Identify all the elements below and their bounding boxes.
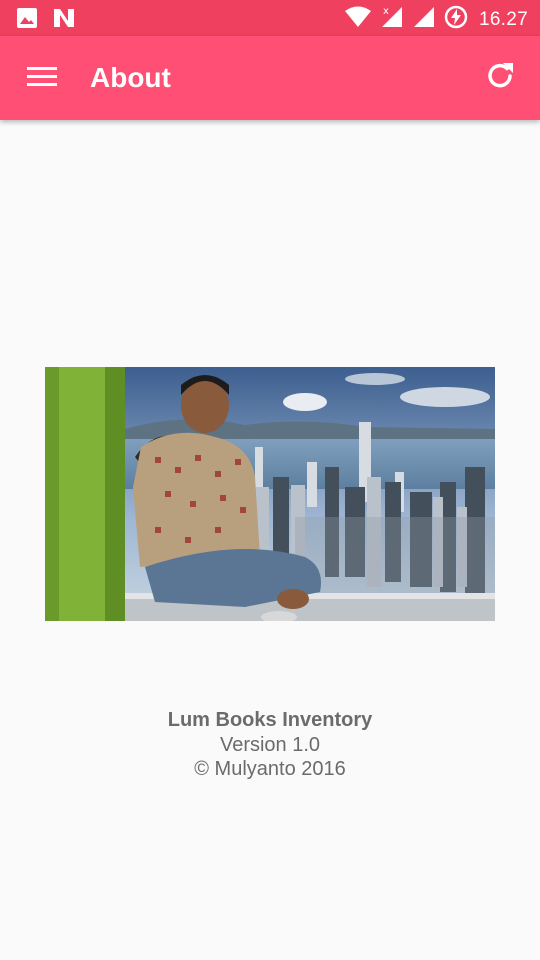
copyright-text: © Mulyanto 2016 xyxy=(194,758,346,780)
image-notification-icon xyxy=(16,7,38,34)
page-title: About xyxy=(90,62,171,93)
svg-text:x: x xyxy=(383,6,389,17)
app-version: Version 1.0 xyxy=(219,734,321,756)
profile-photo xyxy=(45,367,495,621)
app-bar: About xyxy=(0,36,540,120)
refresh-icon xyxy=(483,59,517,98)
signal-no-data-icon: x xyxy=(380,5,404,34)
app-name: Lum Books Inventory xyxy=(167,709,373,731)
battery-charging-icon xyxy=(444,5,468,34)
status-time: 16.27 xyxy=(478,8,528,30)
status-notifications xyxy=(16,7,76,34)
hamburger-menu-icon xyxy=(27,65,57,92)
status-bar: x 16.27 xyxy=(0,0,540,36)
menu-button[interactable] xyxy=(18,54,66,102)
signal-icon xyxy=(413,6,435,33)
status-system-icons: x 16.27 xyxy=(344,5,528,34)
wifi-icon xyxy=(344,6,371,33)
about-info: Lum Books Inventory Version 1.0 © Mulyan… xyxy=(0,707,540,781)
refresh-button[interactable] xyxy=(476,54,524,102)
n-notification-icon xyxy=(52,7,76,34)
